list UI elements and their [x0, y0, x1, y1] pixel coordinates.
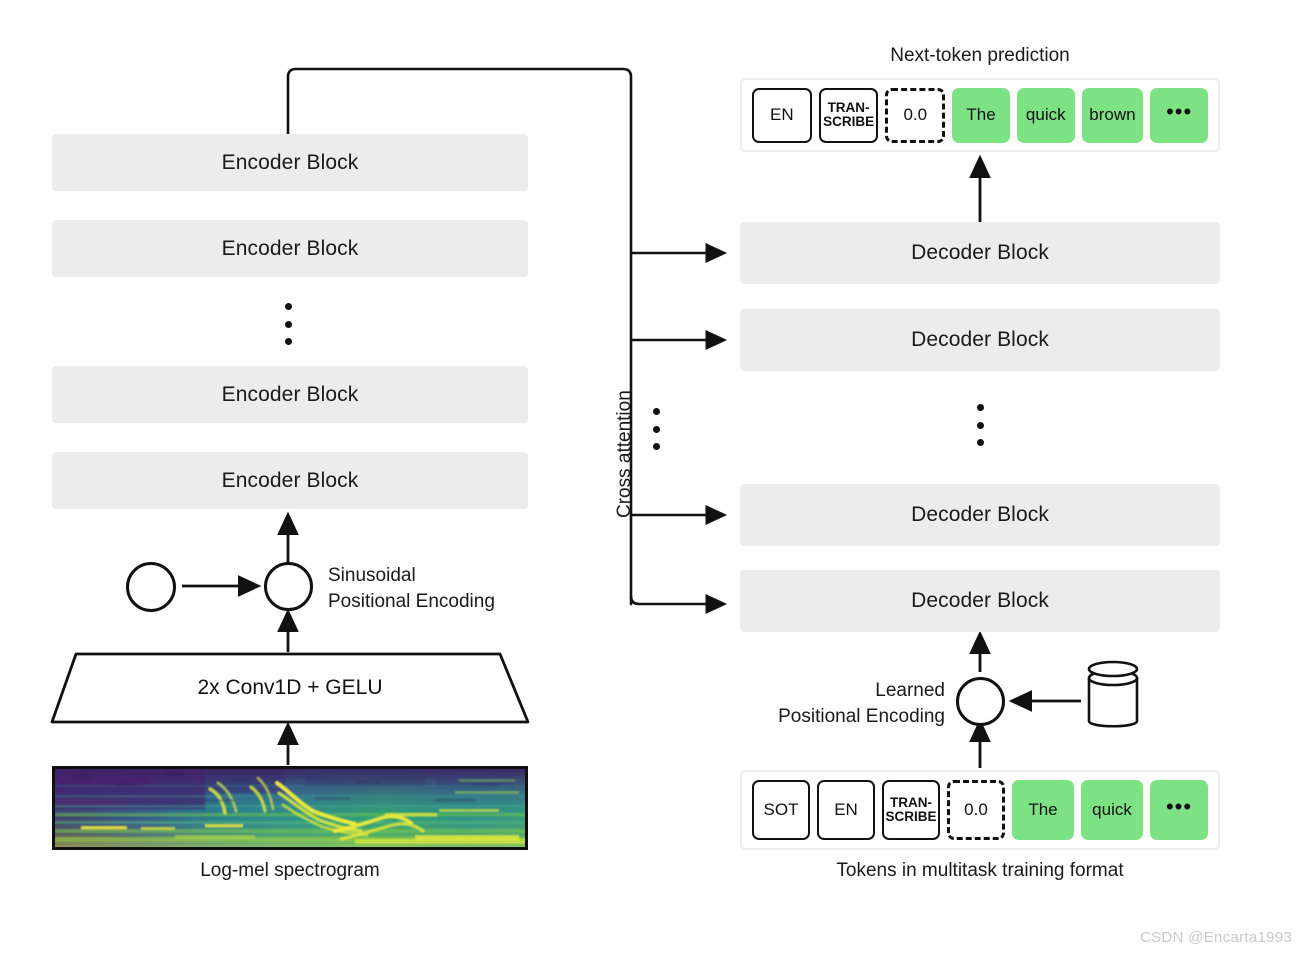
decoder-block-label: Decoder Block — [911, 503, 1049, 526]
learned-pe-label: Learned Positional Encoding — [770, 678, 945, 729]
token-sot[interactable]: SOT — [752, 780, 810, 840]
decoder-block-label: Decoder Block — [911, 589, 1049, 612]
decoder-block-2: Decoder Block — [740, 309, 1220, 371]
token-more-icon[interactable]: ••• — [1150, 87, 1209, 143]
token-more-icon[interactable]: ••• — [1150, 780, 1208, 840]
encoder-block-1: Encoder Block — [52, 134, 528, 191]
learned-pe-label-line1: Learned — [875, 680, 945, 701]
conv-stem-label: 2x Conv1D + GELU — [197, 676, 383, 699]
encoder-block-label: Encoder Block — [221, 236, 359, 260]
token-brown[interactable]: brown — [1081, 87, 1144, 143]
encoder-ellipsis-icon — [284, 303, 292, 345]
token-timestamp[interactable]: 0.0 — [885, 87, 946, 143]
decoder-block-3: Decoder Block — [740, 484, 1220, 546]
diagram-canvas: Encoder Block Encoder Block Encoder Bloc… — [0, 0, 1313, 957]
token-quick[interactable]: quick — [1016, 87, 1075, 143]
cross-attention-ellipsis-icon — [652, 408, 660, 450]
encoder-block-label: Encoder Block — [221, 468, 359, 492]
token-transcribe[interactable]: TRAN- SCRIBE — [882, 780, 940, 840]
sinusoidal-pe-label-line1: Sinusoidal — [328, 565, 416, 586]
learned-pe-label-line2: Positional Encoding — [778, 705, 945, 727]
decoder-block-label: Decoder Block — [911, 241, 1049, 264]
watermark: CSDN @Encarta1993 — [1140, 929, 1293, 946]
next-token-prediction-strip: EN TRAN- SCRIBE 0.0 The quick brown ••• — [740, 78, 1220, 152]
decoder-ellipsis-icon — [976, 404, 984, 446]
encoder-block-4: Encoder Block — [52, 452, 528, 509]
token-en[interactable]: EN — [817, 780, 875, 840]
spectrogram-caption: Log-mel spectrogram — [200, 860, 380, 881]
encoder-circled-plus-icon — [264, 562, 313, 611]
token-timestamp[interactable]: 0.0 — [947, 780, 1005, 840]
sinusoidal-pe-label: Sinusoidal Positional Encoding — [328, 563, 558, 614]
conv-stem-block: 2x Conv1D + GELU — [52, 654, 528, 722]
cross-attention-label: Cross attention — [614, 390, 635, 518]
next-token-prediction-caption: Next-token prediction — [890, 45, 1070, 66]
log-mel-spectrogram-image — [52, 766, 528, 850]
decoder-circled-plus-icon — [956, 677, 1005, 726]
token-transcribe[interactable]: TRAN- SCRIBE — [818, 87, 879, 143]
sinusoidal-pe-label-line2: Positional Encoding — [328, 590, 495, 612]
encoder-block-label: Encoder Block — [221, 382, 359, 406]
database-cylinder-icon — [1086, 660, 1142, 732]
sine-wave-icon — [126, 562, 176, 612]
token-the[interactable]: The — [1012, 780, 1074, 840]
encoder-block-3: Encoder Block — [52, 366, 528, 423]
decoder-block-1: Decoder Block — [740, 222, 1220, 284]
input-tokens-caption: Tokens in multitask training format — [836, 860, 1124, 881]
encoder-block-label: Encoder Block — [221, 150, 359, 174]
token-the[interactable]: The — [952, 87, 1010, 143]
input-tokens-strip: SOT EN TRAN- SCRIBE 0.0 The quick ••• — [740, 770, 1220, 850]
token-en[interactable]: EN — [752, 87, 812, 143]
encoder-block-2: Encoder Block — [52, 220, 528, 277]
token-quick[interactable]: quick — [1081, 780, 1143, 840]
decoder-block-label: Decoder Block — [911, 328, 1049, 351]
decoder-block-4: Decoder Block — [740, 570, 1220, 632]
